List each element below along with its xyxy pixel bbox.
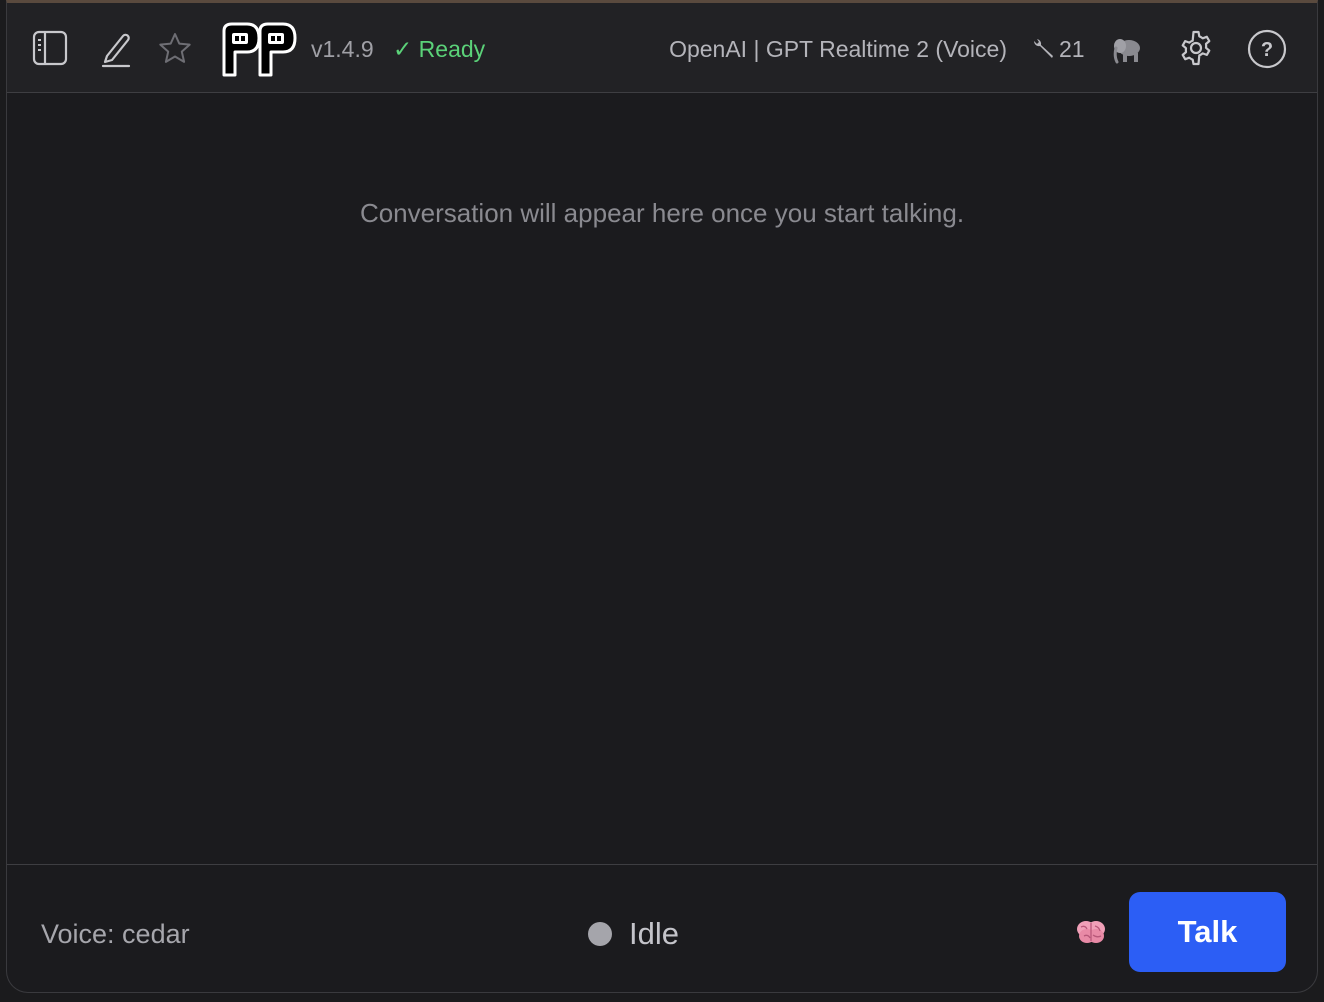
brain-button[interactable] bbox=[1075, 917, 1107, 947]
gear-icon bbox=[1181, 30, 1211, 66]
elephant-icon bbox=[1113, 39, 1140, 64]
memory-button[interactable] bbox=[1111, 35, 1145, 65]
sidebar-toggle-icon bbox=[32, 30, 68, 66]
talk-button[interactable]: Talk bbox=[1129, 892, 1286, 972]
tools-count: 21 bbox=[1059, 36, 1085, 62]
edit-icon bbox=[101, 33, 131, 68]
help-icon: ? bbox=[1247, 29, 1287, 69]
status-indicator: ✓ Ready bbox=[393, 36, 486, 62]
session-state: Idle bbox=[588, 916, 679, 952]
state-dot-icon bbox=[588, 922, 612, 946]
app-logo bbox=[219, 21, 299, 77]
settings-button[interactable] bbox=[1177, 29, 1215, 67]
svg-text:?: ? bbox=[1261, 39, 1273, 61]
bottom-bar: Voice: cedar Idle Talk bbox=[7, 864, 1317, 992]
app-window: v1.4.9 ✓ Ready OpenAI | GPT Realtime 2 (… bbox=[6, 0, 1318, 993]
sidebar-toggle-button[interactable] bbox=[31, 29, 69, 67]
top-toolbar: v1.4.9 ✓ Ready OpenAI | GPT Realtime 2 (… bbox=[7, 3, 1317, 93]
conversation-area: Conversation will appear here once you s… bbox=[7, 93, 1317, 864]
brain-icon bbox=[1077, 921, 1105, 943]
state-label: Idle bbox=[629, 916, 679, 951]
tools-button[interactable]: 21 bbox=[1031, 34, 1085, 64]
model-selector[interactable]: OpenAI | GPT Realtime 2 (Voice) bbox=[669, 34, 1007, 64]
star-icon bbox=[159, 33, 191, 63]
wrench-icon bbox=[1033, 39, 1053, 58]
app-version: v1.4.9 bbox=[311, 36, 374, 62]
empty-conversation-message: Conversation will appear here once you s… bbox=[359, 198, 965, 228]
help-button[interactable]: ? bbox=[1247, 29, 1287, 69]
new-chat-button[interactable] bbox=[97, 29, 135, 69]
voice-label: Voice: cedar bbox=[41, 919, 190, 949]
favorite-button[interactable] bbox=[156, 30, 194, 68]
